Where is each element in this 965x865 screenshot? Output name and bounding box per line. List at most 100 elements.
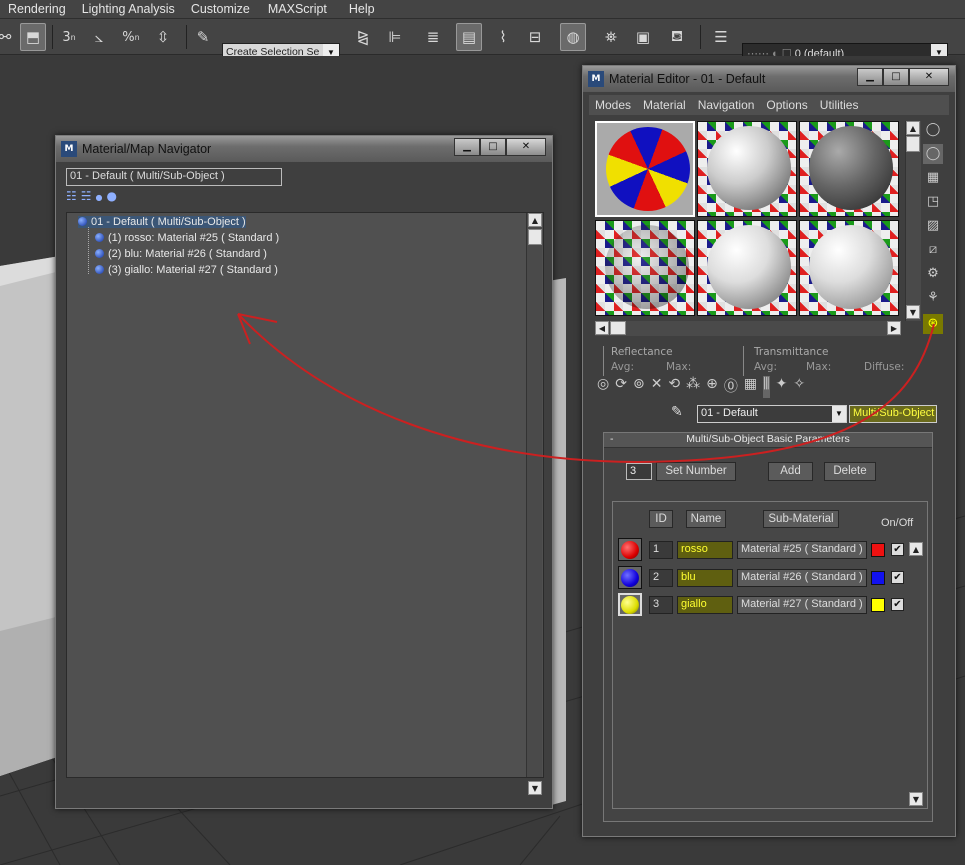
- go-to-parent-icon[interactable]: ✦: [776, 376, 788, 398]
- view-small-icons-icon[interactable]: ●: [96, 189, 103, 207]
- close-icon[interactable]: ✕: [506, 138, 546, 156]
- sub-id-field[interactable]: 3: [649, 596, 673, 614]
- sample-uv-tiling-icon[interactable]: ◳: [923, 192, 943, 212]
- menu-material[interactable]: Material: [637, 98, 692, 112]
- sub-enabled-checkbox[interactable]: ✔: [891, 598, 904, 611]
- scroll-right-icon[interactable]: ▶: [887, 321, 901, 335]
- select-object-icon[interactable]: ⬒: [20, 23, 46, 51]
- make-unique-icon[interactable]: ⁂: [686, 376, 700, 398]
- menu-customize[interactable]: Customize: [183, 2, 258, 16]
- set-number-button[interactable]: Set Number: [656, 462, 736, 481]
- view-large-icons-icon[interactable]: ●: [107, 189, 117, 207]
- make-preview-icon[interactable]: ⧄: [923, 240, 943, 260]
- scroll-thumb[interactable]: [906, 136, 920, 152]
- backlight-icon[interactable]: ◯: [923, 144, 943, 164]
- render-setup-icon[interactable]: ⛯: [598, 23, 624, 51]
- add-button[interactable]: Add: [768, 462, 813, 481]
- sub-material-button[interactable]: Material #25 ( Standard ): [737, 541, 867, 559]
- sample-slot-1[interactable]: [595, 121, 695, 217]
- menu-help[interactable]: Help: [335, 2, 383, 16]
- sample-slot-3[interactable]: [799, 121, 899, 217]
- navigator-titlebar[interactable]: M Material/Map Navigator ▁ □ ✕: [56, 136, 552, 162]
- select-link-icon[interactable]: ⚯: [0, 23, 18, 51]
- mirror-icon[interactable]: ⧎: [350, 23, 376, 51]
- make-copy-icon[interactable]: ⟲: [668, 376, 680, 398]
- put-material-icon[interactable]: ⟳: [615, 376, 627, 398]
- video-color-check-icon[interactable]: ▨: [923, 216, 943, 236]
- layer-manager-icon[interactable]: ☰: [708, 23, 734, 51]
- reset-map-icon[interactable]: ✕: [651, 376, 663, 398]
- sample-slot-6[interactable]: [799, 220, 899, 316]
- scroll-up-icon[interactable]: ▲: [906, 121, 920, 135]
- tree-item-root[interactable]: 01 - Default ( Multi/Sub-Object ): [78, 216, 246, 228]
- menu-navigation[interactable]: Navigation: [692, 98, 761, 112]
- sample-type-icon[interactable]: ◯: [923, 120, 943, 140]
- menu-lighting-analysis[interactable]: Lighting Analysis: [74, 2, 183, 16]
- sub-material-preview[interactable]: [618, 593, 642, 616]
- rollout-header[interactable]: - Multi/Sub-Object Basic Parameters: [604, 433, 932, 448]
- scroll-down-icon[interactable]: ▼: [528, 781, 542, 795]
- edit-named-selection-icon[interactable]: ✎: [190, 23, 216, 51]
- show-end-result-icon[interactable]: ⫼: [763, 376, 770, 398]
- menu-modes[interactable]: Modes: [589, 98, 637, 112]
- go-forward-sibling-icon[interactable]: ✧: [793, 376, 805, 398]
- tree-item-giallo[interactable]: (3) giallo: Material #27 ( Standard ): [95, 264, 278, 276]
- get-material-icon[interactable]: ◎: [597, 376, 609, 398]
- view-list-icons-icon[interactable]: ☵: [81, 189, 92, 207]
- maximize-icon[interactable]: □: [883, 68, 909, 86]
- material-editor-icon[interactable]: ◍: [560, 23, 586, 51]
- delete-button[interactable]: Delete: [824, 462, 876, 481]
- minimize-icon[interactable]: ▁: [857, 68, 883, 86]
- layer-explorer-icon[interactable]: ≣: [420, 23, 446, 51]
- sub-material-button[interactable]: Material #27 ( Standard ): [737, 596, 867, 614]
- menu-maxscript[interactable]: MAXScript: [258, 2, 335, 16]
- curve-editor-icon[interactable]: ⌇: [490, 23, 516, 51]
- sort-by-name-button[interactable]: Name: [686, 510, 726, 528]
- material-id-channel-icon[interactable]: ⓪: [724, 376, 738, 398]
- material-map-navigator-icon[interactable]: ⊛: [923, 314, 943, 334]
- scroll-down-icon[interactable]: ▼: [906, 305, 920, 319]
- schematic-view-icon[interactable]: ⊟: [522, 23, 548, 51]
- spinner-snap-icon[interactable]: ⇳: [150, 23, 176, 51]
- rollout-collapse-toggle[interactable]: -: [610, 433, 614, 445]
- scroll-up-icon[interactable]: ▲: [528, 213, 542, 227]
- scroll-left-icon[interactable]: ◀: [595, 321, 609, 335]
- rendered-frame-window-icon[interactable]: ▣: [630, 23, 656, 51]
- options-icon[interactable]: ⚙: [923, 264, 943, 284]
- navigator-scrollbar[interactable]: ▲ ▼: [526, 213, 542, 795]
- slots-horizontal-scrollbar[interactable]: ◀ ▶: [595, 321, 901, 336]
- sub-color-swatch[interactable]: [871, 598, 885, 612]
- sub-color-swatch[interactable]: [871, 571, 885, 585]
- sample-slot-2[interactable]: [697, 121, 797, 217]
- maximize-icon[interactable]: □: [480, 138, 506, 156]
- sub-id-field[interactable]: 2: [649, 569, 673, 587]
- pick-material-eyedropper-icon[interactable]: ✎: [671, 404, 683, 420]
- slots-vertical-scrollbar[interactable]: ▲ ▼: [905, 121, 921, 321]
- sample-slot-4[interactable]: [595, 220, 695, 316]
- material-count-input[interactable]: 3: [626, 463, 652, 480]
- angle-snap-icon[interactable]: ⦣: [86, 23, 112, 51]
- sub-id-field[interactable]: 1: [649, 541, 673, 559]
- sub-name-field[interactable]: rosso: [677, 541, 733, 559]
- select-by-material-icon[interactable]: ⚘: [923, 288, 943, 308]
- editor-titlebar[interactable]: M Material Editor - 01 - Default ▁ □ ✕: [583, 66, 955, 92]
- close-icon[interactable]: ✕: [909, 68, 949, 86]
- sub-enabled-checkbox[interactable]: ✔: [891, 571, 904, 584]
- percent-snap-icon[interactable]: % n: [118, 23, 144, 51]
- scroll-thumb[interactable]: [528, 229, 542, 245]
- background-icon[interactable]: ▦: [923, 168, 943, 188]
- ribbon-icon[interactable]: ▤: [456, 23, 482, 51]
- material-name-field[interactable]: 01 - Default ▼: [697, 405, 847, 423]
- show-shaded-icon[interactable]: ▦: [744, 376, 757, 398]
- assign-material-icon[interactable]: ⊚: [633, 376, 645, 398]
- sort-by-id-button[interactable]: ID: [649, 510, 673, 528]
- align-icon[interactable]: ⊫: [382, 23, 408, 51]
- tree-item-rosso[interactable]: (1) rosso: Material #25 ( Standard ): [95, 232, 279, 244]
- sub-material-preview[interactable]: [618, 566, 642, 589]
- scroll-thumb[interactable]: [610, 321, 626, 335]
- sub-material-button[interactable]: Material #26 ( Standard ): [737, 569, 867, 587]
- render-production-icon[interactable]: ⛾: [664, 23, 690, 51]
- put-to-library-icon[interactable]: ⊕: [706, 376, 718, 398]
- sub-color-swatch[interactable]: [871, 543, 885, 557]
- menu-rendering[interactable]: Rendering: [0, 2, 74, 16]
